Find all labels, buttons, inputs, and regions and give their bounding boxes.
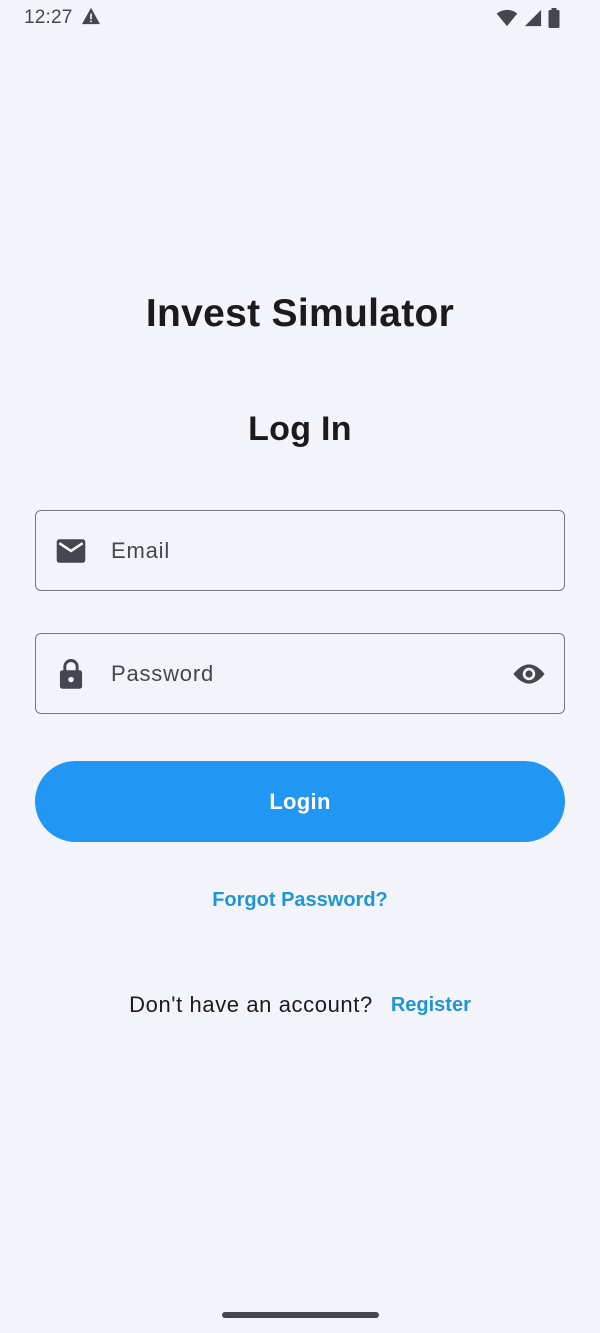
register-link[interactable]: Register	[391, 994, 471, 1017]
register-prompt: Don't have an account?	[129, 992, 373, 1017]
battery-icon	[548, 8, 560, 28]
email-icon	[36, 538, 106, 564]
wifi-icon	[496, 9, 518, 27]
email-field[interactable]	[35, 510, 565, 591]
alert-icon	[81, 7, 101, 30]
status-time: 12:27	[24, 7, 73, 28]
status-left: 12:27	[24, 7, 101, 30]
status-right	[496, 8, 560, 28]
register-row: Don't have an account? Register	[0, 992, 600, 1018]
password-field[interactable]	[35, 633, 565, 714]
login-button[interactable]: Login	[35, 761, 565, 842]
lock-icon	[36, 658, 106, 690]
password-input[interactable]	[106, 634, 494, 713]
eye-icon[interactable]	[494, 662, 564, 686]
forgot-password-link[interactable]: Forgot Password?	[0, 889, 600, 912]
app-title: Invest Simulator	[145, 292, 455, 335]
status-bar: 12:27	[0, 0, 600, 36]
login-heading: Log In	[248, 410, 352, 448]
login-screen: 12:27 Invest Simulator Log In Email Logi…	[0, 0, 600, 1333]
cellular-icon	[524, 9, 542, 27]
email-input[interactable]	[106, 511, 564, 590]
home-indicator[interactable]	[222, 1312, 379, 1318]
